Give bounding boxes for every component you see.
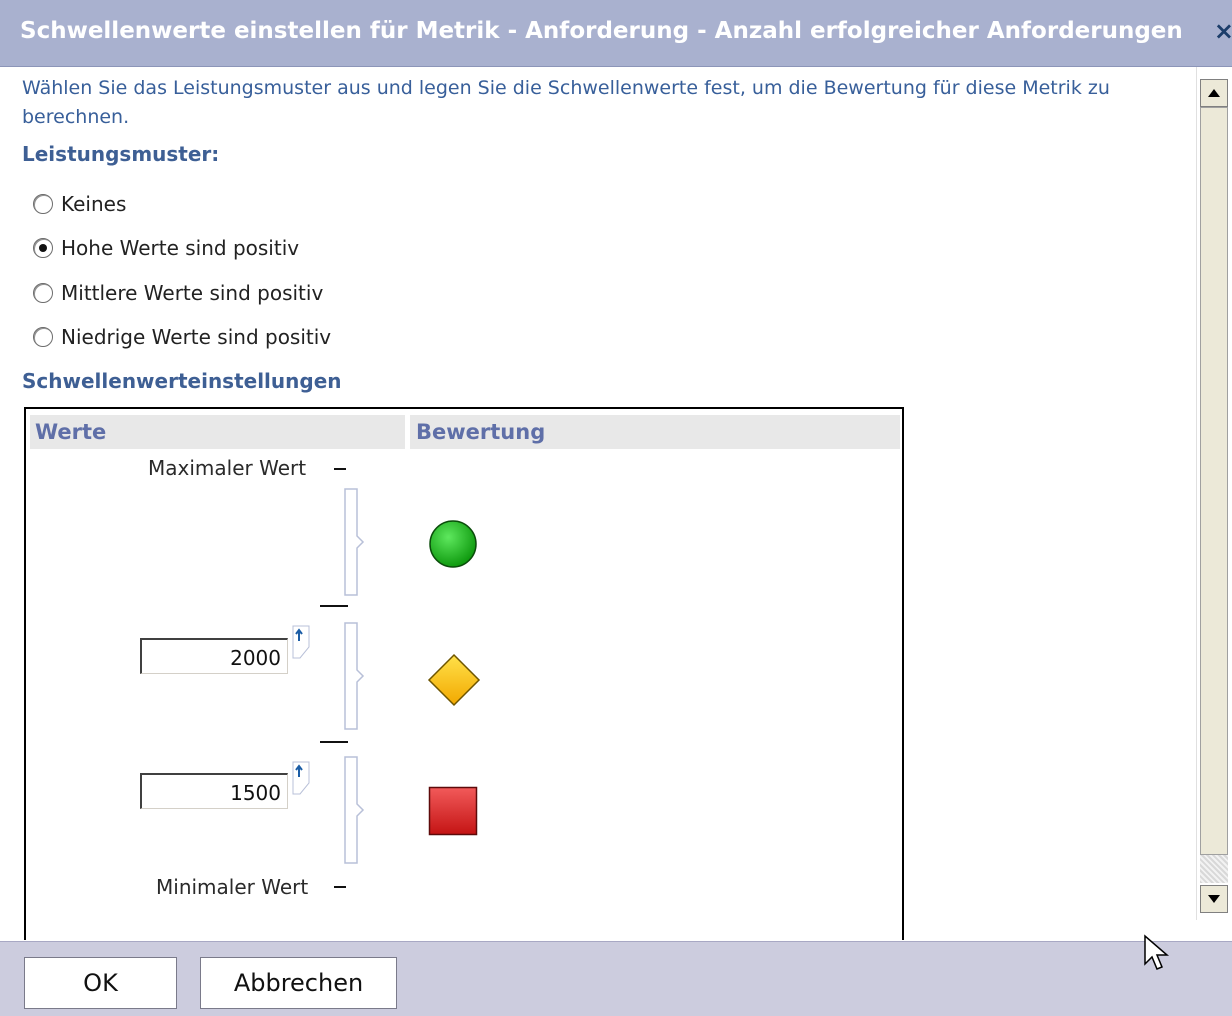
dialog-titlebar: Schwellenwerte einstellen für Metrik - A…: [0, 0, 1232, 67]
range-brace-icon: [344, 622, 365, 730]
radio-button[interactable]: [33, 283, 53, 303]
close-icon[interactable]: ×: [1214, 17, 1232, 45]
radio-button[interactable]: [33, 194, 53, 214]
min-value-label: Minimaler Wert: [156, 875, 309, 899]
scroll-down-button[interactable]: [1200, 885, 1228, 913]
threshold-arrow-icon[interactable]: [292, 625, 312, 659]
ok-button[interactable]: OK: [24, 957, 177, 1009]
arrow-down-icon: [1208, 895, 1220, 903]
radio-option-low-positive[interactable]: Niedrige Werte sind positiv: [33, 325, 331, 349]
radio-option-high-positive[interactable]: Hohe Werte sind positiv: [33, 236, 299, 260]
radio-button-selected[interactable]: [33, 238, 53, 258]
min-value-marker: [334, 886, 346, 888]
max-value-marker: [334, 468, 346, 470]
dialog-footer: OK Abbrechen: [0, 934, 1232, 1016]
dialog-title: Schwellenwerte einstellen für Metrik - A…: [20, 18, 1183, 44]
intro-text: Wählen Sie das Leistungsmuster aus und l…: [22, 77, 1110, 128]
scroll-up-button[interactable]: [1200, 79, 1228, 107]
threshold-settings-heading: Schwellenwerteinstellungen: [22, 369, 342, 393]
threshold-marker: [320, 605, 348, 607]
column-header-values: Werte: [30, 415, 405, 449]
threshold-marker: [320, 741, 348, 743]
radio-label: Niedrige Werte sind positiv: [61, 325, 332, 349]
column-header-rating: Bewertung: [410, 415, 900, 449]
threshold-arrow-icon[interactable]: [292, 761, 312, 795]
radio-button[interactable]: [33, 327, 53, 347]
radio-option-medium-positive[interactable]: Mittlere Werte sind positiv: [33, 281, 323, 305]
red-square-icon: [428, 786, 478, 836]
range-brace-icon: [344, 488, 365, 596]
radio-label: Hohe Werte sind positiv: [61, 236, 300, 260]
radio-option-none[interactable]: Keines: [33, 192, 126, 216]
yellow-diamond-icon: [427, 653, 481, 707]
scrollbar-track[interactable]: [1200, 855, 1228, 883]
radio-label: Keines: [61, 192, 127, 216]
cancel-button[interactable]: Abbrechen: [200, 957, 397, 1009]
performance-pattern-heading: Leistungsmuster:: [22, 142, 220, 166]
lower-threshold-input[interactable]: [140, 773, 288, 809]
dialog-content: Wählen Sie das Leistungsmuster aus und l…: [0, 67, 1196, 940]
radio-dot-icon: [39, 244, 47, 252]
vertical-scrollbar[interactable]: [1196, 67, 1232, 920]
threshold-settings-panel: Werte Bewertung Maximaler Wert 2000 1500…: [24, 407, 904, 940]
max-value-label: Maximaler Wert: [148, 456, 307, 480]
mouse-cursor-icon: [1144, 934, 1170, 970]
arrow-up-icon: [1208, 89, 1220, 97]
range-brace-icon: [344, 756, 365, 864]
upper-threshold-input[interactable]: [140, 638, 288, 674]
green-circle-icon: [429, 520, 477, 568]
scrollbar-thumb[interactable]: [1200, 107, 1228, 855]
radio-label: Mittlere Werte sind positiv: [61, 281, 324, 305]
